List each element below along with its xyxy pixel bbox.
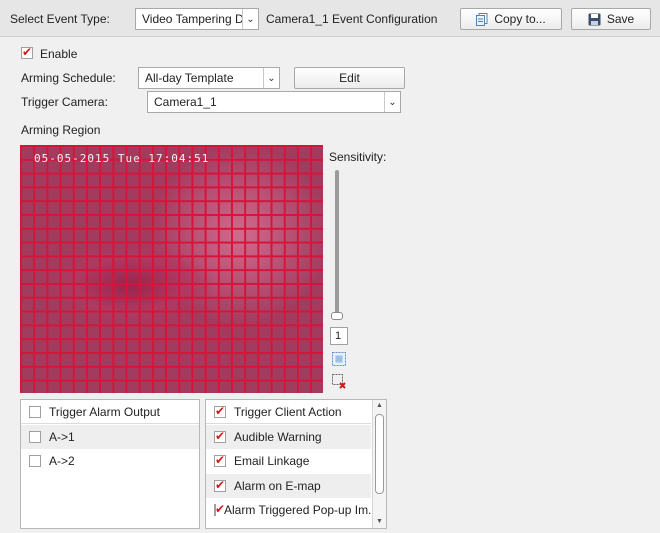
client-action-panel: Trigger Client Action Audible Warning Em…	[205, 399, 387, 529]
event-type-label: Select Event Type:	[10, 12, 110, 26]
trigger-camera-select[interactable]: Camera1_1 ⌄	[147, 91, 401, 113]
trigger-camera-label: Trigger Camera:	[21, 95, 108, 109]
list-item-label: A->2	[49, 454, 75, 468]
list-item-label: Alarm Triggered Pop-up Im...	[224, 503, 379, 517]
list-item-label: Trigger Alarm Output	[49, 404, 160, 419]
list-item[interactable]: A->2	[21, 449, 199, 473]
list-item[interactable]: Alarm Triggered Pop-up Im...	[206, 498, 378, 522]
arming-schedule-value: All-day Template	[145, 71, 234, 85]
sensitivity-value: 1	[330, 327, 348, 345]
sensitivity-label: Sensitivity:	[329, 150, 387, 164]
chevron-down-icon[interactable]: ⌄	[242, 9, 258, 29]
list-item[interactable]: Trigger Client Action	[206, 400, 371, 424]
copy-to-label: Copy to...	[494, 12, 546, 26]
sensitivity-slider-handle[interactable]	[331, 312, 343, 320]
scrollbar-thumb[interactable]	[375, 414, 384, 494]
edit-label: Edit	[339, 71, 360, 85]
list-item-label: A->1	[49, 430, 75, 444]
client-action-scrollbar[interactable]: ▲ ▼	[372, 400, 386, 528]
sensitivity-slider[interactable]	[335, 170, 339, 318]
save-icon	[588, 13, 601, 25]
trigger-client-action-checkbox[interactable]	[214, 404, 226, 418]
list-item[interactable]: Email Linkage	[206, 449, 371, 473]
edit-schedule-button[interactable]: Edit	[294, 67, 405, 89]
list-item-label: Alarm on E-map	[234, 479, 321, 493]
alarm-popup-checkbox[interactable]	[214, 502, 225, 516]
copy-to-button[interactable]: Copy to...	[460, 8, 562, 30]
copy-icon	[476, 12, 488, 26]
config-title: Camera1_1 Event Configuration	[266, 12, 438, 26]
save-button[interactable]: Save	[571, 8, 651, 30]
arming-region-label: Arming Region	[21, 123, 101, 137]
list-item[interactable]: Alarm on E-map	[206, 474, 371, 498]
alarm-output-checkbox[interactable]	[29, 455, 41, 467]
chevron-down-icon[interactable]: ⌄	[263, 68, 279, 88]
list-item[interactable]: Trigger Alarm Output	[21, 400, 199, 424]
arming-schedule-label: Arming Schedule:	[21, 71, 116, 85]
trigger-camera-value: Camera1_1	[154, 95, 217, 109]
audible-warning-checkbox[interactable]	[214, 429, 226, 443]
enable-checkbox[interactable]	[21, 45, 33, 59]
list-item-label: Audible Warning	[234, 430, 322, 444]
arming-region-grid[interactable]	[20, 145, 323, 393]
scroll-up-icon[interactable]: ▲	[373, 400, 386, 412]
enable-label: Enable	[40, 47, 78, 61]
trigger-alarm-output-checkbox[interactable]	[29, 405, 41, 418]
video-timestamp: 05-05-2015 Tue 17:04:51	[34, 152, 210, 165]
chevron-down-icon[interactable]: ⌄	[384, 92, 400, 112]
list-item-label: Trigger Client Action	[234, 404, 342, 419]
clear-region-icon[interactable]	[331, 373, 347, 389]
select-all-icon[interactable]	[331, 351, 347, 367]
list-item[interactable]: A->1	[21, 425, 199, 449]
save-label: Save	[606, 12, 635, 26]
arming-region-canvas[interactable]: 05-05-2015 Tue 17:04:51	[20, 145, 323, 393]
email-linkage-checkbox[interactable]	[214, 453, 226, 467]
alarm-output-checkbox[interactable]	[29, 431, 41, 443]
event-type-select[interactable]: Video Tampering Det... ⌄	[135, 8, 259, 30]
arming-schedule-select[interactable]: All-day Template ⌄	[138, 67, 280, 89]
scroll-down-icon[interactable]: ▼	[373, 516, 386, 528]
list-item-label: Email Linkage	[234, 454, 310, 468]
list-item[interactable]: Audible Warning	[206, 425, 371, 449]
alarm-output-panel: Trigger Alarm Output A->1 A->2	[20, 399, 200, 529]
alarm-on-emap-checkbox[interactable]	[214, 478, 226, 492]
